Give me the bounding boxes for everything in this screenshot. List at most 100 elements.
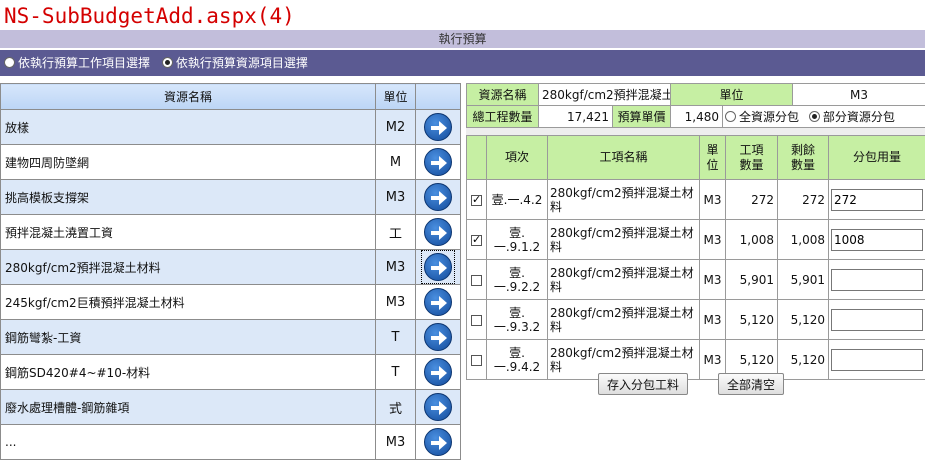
resource-row: 245kgf/cm2巨積預拌混凝土材料M3	[1, 285, 461, 320]
sub-qty-cell	[829, 180, 925, 220]
row-select-cell	[467, 300, 487, 340]
resource-select-button[interactable]	[421, 215, 455, 249]
resource-select-button[interactable]	[421, 425, 455, 459]
resource-name: 245kgf/cm2巨積預拌混凝土材料	[1, 285, 376, 320]
resource-unit-header: 單位	[376, 84, 416, 110]
arrow-right-icon[interactable]	[424, 323, 452, 351]
arrow-right-icon[interactable]	[424, 393, 452, 421]
clear-all-button[interactable]: 全部清空	[718, 373, 784, 395]
remain-qty: 1,008	[778, 220, 829, 260]
row-select-cell	[467, 260, 487, 300]
sub-qty-cell	[829, 300, 925, 340]
mode-resource-radio[interactable]	[162, 57, 173, 68]
resource-name: 鋼筋SD420#4~#10-材料	[1, 355, 376, 390]
work-unit: M3	[700, 220, 726, 260]
resource-select-button[interactable]	[421, 390, 455, 424]
save-subcontract-button[interactable]: 存入分包工料	[598, 373, 688, 395]
resource-row: 挑高模板支撐架M3	[1, 180, 461, 215]
resource-select-button[interactable]	[421, 145, 455, 179]
work-name-header: 工項名稱	[548, 136, 700, 180]
resource-select-button[interactable]	[421, 110, 455, 144]
work-item-row: 壹.一.9.1.2280kgf/cm2預拌混凝土材料M31,0081,008	[467, 220, 925, 260]
resource-row: 預拌混凝土澆置工資工	[1, 215, 461, 250]
row-checkbox[interactable]	[471, 315, 482, 326]
mode-option-work[interactable]: 依執行預算工作項目選擇	[4, 56, 154, 70]
work-name: 280kgf/cm2預拌混凝土材料	[548, 260, 700, 300]
arrow-right-icon[interactable]	[424, 358, 452, 386]
resource-select-cell	[416, 215, 461, 250]
resource-name: 建物四周防墜網	[1, 145, 376, 180]
budget-price-label: 預算單價	[613, 106, 671, 128]
resource-row: ...M3	[1, 425, 461, 460]
resource-select-button[interactable]	[421, 355, 455, 389]
sub-qty-cell	[829, 260, 925, 300]
remain-qty: 272	[778, 180, 829, 220]
mode-selector: 依執行預算工作項目選擇 依執行預算資源項目選擇	[0, 50, 925, 76]
work-qty-header: 工項數量	[726, 136, 778, 180]
unit-value: M3	[793, 84, 925, 106]
subcontract-scope: 全資源分包 部分資源分包	[723, 106, 925, 128]
unit-label: 單位	[671, 84, 793, 106]
resource-row: 鋼筋SD420#4~#10-材料T	[1, 355, 461, 390]
resource-unit: M2	[376, 110, 416, 145]
row-checkbox[interactable]	[471, 235, 482, 246]
resource-unit: M3	[376, 180, 416, 215]
remain-qty-header: 剩餘數量	[778, 136, 829, 180]
arrow-right-icon[interactable]	[424, 428, 452, 456]
row-checkbox[interactable]	[471, 195, 482, 206]
sub-qty-cell	[829, 340, 925, 380]
work-name: 280kgf/cm2預拌混凝土材料	[548, 220, 700, 260]
resource-unit: M3	[376, 425, 416, 460]
item-number: 壹.一.9.1.2	[487, 220, 548, 260]
scope-partial-option[interactable]: 部分資源分包	[809, 110, 895, 124]
row-select-cell	[467, 220, 487, 260]
resource-select-cell	[416, 320, 461, 355]
resource-unit: 式	[376, 390, 416, 425]
sub-qty-input[interactable]	[831, 229, 923, 251]
row-checkbox[interactable]	[471, 275, 482, 286]
resource-select-cell	[416, 180, 461, 215]
arrow-right-icon[interactable]	[424, 253, 452, 281]
mode-work-radio[interactable]	[4, 57, 15, 68]
remain-qty: 5,901	[778, 260, 829, 300]
resource-unit: T	[376, 355, 416, 390]
sub-qty-input[interactable]	[831, 189, 923, 211]
resource-select-button[interactable]	[421, 250, 455, 284]
resource-name-value: 280kgf/cm2預拌混凝土材料	[539, 84, 671, 106]
resource-unit: T	[376, 320, 416, 355]
scope-partial-radio[interactable]	[809, 111, 820, 122]
item-number: 壹.一.4.2	[487, 180, 548, 220]
resource-select-button[interactable]	[421, 285, 455, 319]
arrow-right-icon[interactable]	[424, 218, 452, 246]
arrow-right-icon[interactable]	[424, 113, 452, 141]
sub-qty-input[interactable]	[831, 349, 923, 371]
select-header	[467, 136, 487, 180]
resource-select-cell	[416, 355, 461, 390]
row-checkbox[interactable]	[471, 355, 482, 366]
resource-select-button[interactable]	[421, 180, 455, 214]
resource-action-header	[416, 84, 461, 110]
item-header: 項次	[487, 136, 548, 180]
arrow-right-icon[interactable]	[424, 148, 452, 176]
work-unit: M3	[700, 260, 726, 300]
resource-select-button[interactable]	[421, 320, 455, 354]
resource-name: 廢水處理槽體-鋼筋雜項	[1, 390, 376, 425]
remain-qty: 5,120	[778, 300, 829, 340]
section-header: 執行預算	[0, 30, 925, 48]
item-number: 壹.一.9.2.2	[487, 260, 548, 300]
mode-option-resource[interactable]: 依執行預算資源項目選擇	[162, 56, 308, 70]
scope-all-option[interactable]: 全資源分包	[725, 110, 799, 124]
resource-row: 放樣M2	[1, 110, 461, 145]
subcontract-panel: 資源名稱 280kgf/cm2預拌混凝土材料 單位 M3 總工程數量 17,42…	[466, 83, 925, 370]
sub-qty-input[interactable]	[831, 309, 923, 331]
remain-qty: 5,120	[778, 340, 829, 380]
work-qty: 5,120	[726, 300, 778, 340]
arrow-right-icon[interactable]	[424, 288, 452, 316]
scope-all-radio[interactable]	[725, 111, 736, 122]
arrow-right-icon[interactable]	[424, 183, 452, 211]
resource-unit: M3	[376, 285, 416, 320]
resource-unit: M3	[376, 250, 416, 285]
resource-row: 280kgf/cm2預拌混凝土材料M3	[1, 250, 461, 285]
resource-name: ...	[1, 425, 376, 460]
sub-qty-input[interactable]	[831, 269, 923, 291]
